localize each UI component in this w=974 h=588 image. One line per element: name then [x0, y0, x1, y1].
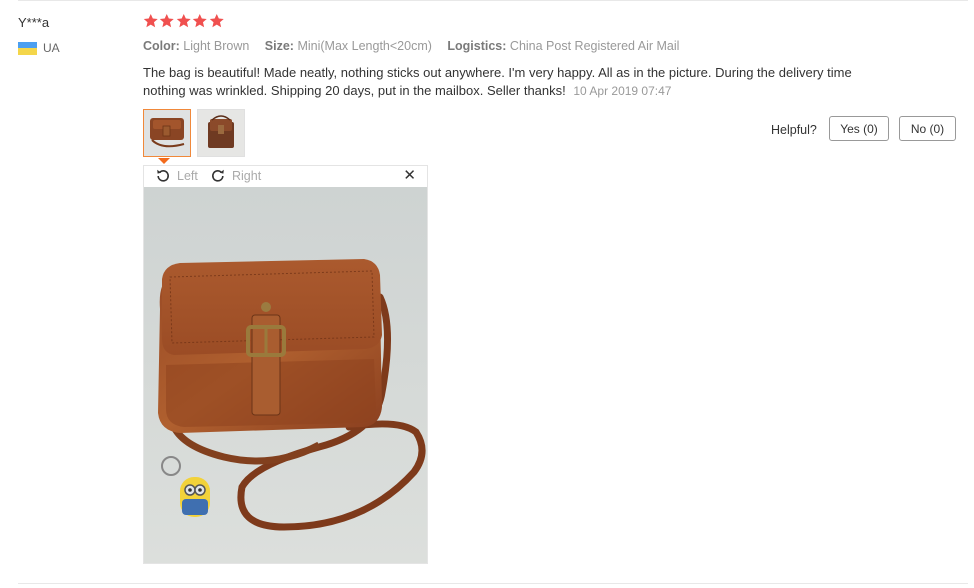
star-rating: [143, 13, 225, 29]
photo-viewer-toolbar: Left Right ✕: [144, 166, 427, 187]
review-photo-thumbnails: [143, 109, 251, 157]
top-divider: [18, 0, 968, 1]
country-code: UA: [43, 41, 60, 55]
rotate-left-label: Left: [177, 169, 198, 183]
star-icon: [209, 13, 225, 29]
active-thumbnail-pointer: [158, 158, 170, 164]
photo-thumbnail-1[interactable]: [143, 109, 191, 157]
helpful-no-button[interactable]: No (0): [899, 116, 956, 141]
review-photo: [144, 187, 427, 563]
logistics-key: Logistics:: [447, 39, 507, 53]
size-key: Size:: [264, 39, 294, 53]
bottom-divider: [18, 583, 968, 584]
photo-thumbnail-2[interactable]: [197, 109, 245, 157]
star-icon: [176, 13, 192, 29]
review-date: 10 Apr 2019 07:47: [573, 83, 672, 98]
brown-crossbody-bag-photo: [144, 187, 427, 563]
review-body: The bag is beautiful! Made neatly, nothi…: [143, 64, 863, 100]
rotate-left-button[interactable]: Left: [155, 168, 198, 184]
color-key: Color:: [143, 39, 180, 53]
star-icon: [192, 13, 208, 29]
star-icon: [143, 13, 159, 29]
photo-viewer: Left Right ✕: [143, 165, 428, 564]
logistics-value: China Post Registered Air Mail: [509, 39, 680, 53]
ukraine-flag-icon: [18, 41, 37, 55]
rotate-right-button[interactable]: Right: [210, 168, 261, 184]
size-value: Mini(Max Length<20cm): [297, 39, 432, 53]
helpful-yes-button[interactable]: Yes (0): [829, 116, 889, 141]
helpful-label: Helpful?: [771, 123, 817, 137]
order-attributes: Color: Light Brown Size: Mini(Max Length…: [143, 39, 691, 53]
star-icon: [159, 13, 175, 29]
close-icon[interactable]: ✕: [403, 167, 416, 185]
rotate-right-label: Right: [232, 169, 262, 183]
reviewer-name: Y***a: [18, 15, 50, 30]
reviewer-country: UA: [18, 41, 60, 55]
review-text: The bag is beautiful! Made neatly, nothi…: [143, 65, 852, 98]
rotate-left-icon: [157, 169, 169, 182]
color-value: Light Brown: [183, 39, 250, 53]
rotate-right-icon: [212, 169, 224, 182]
